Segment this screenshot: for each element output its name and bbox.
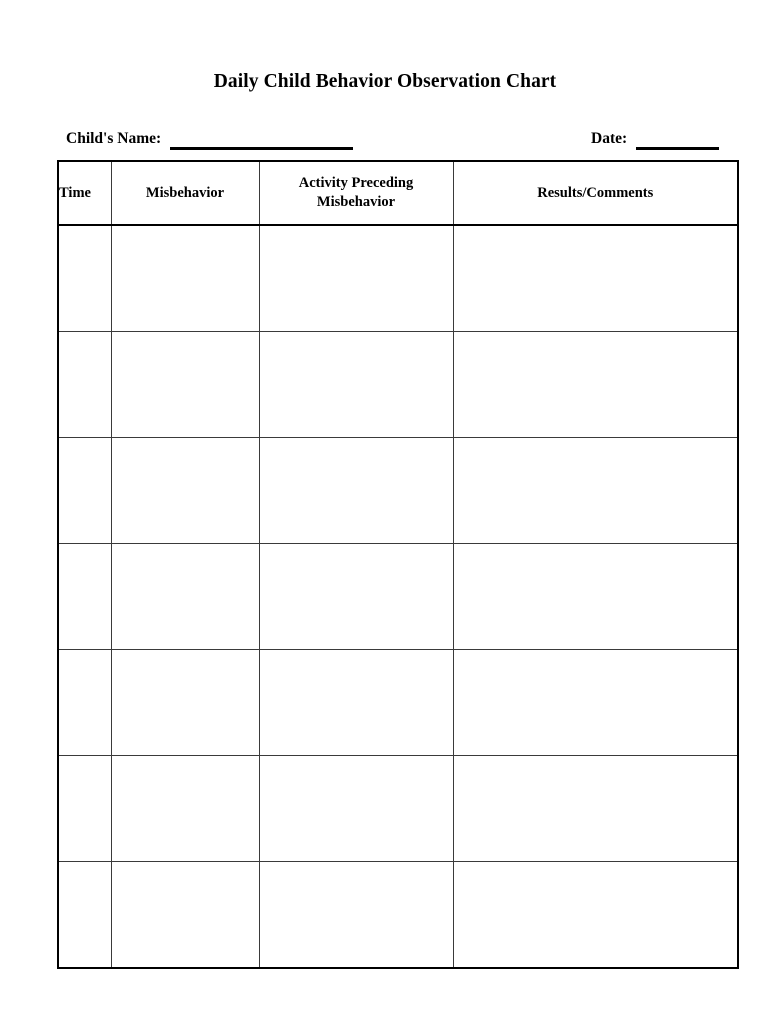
column-header-misbehavior: Misbehavior <box>110 160 260 226</box>
table-row <box>57 331 739 438</box>
page-title: Daily Child Behavior Observation Chart <box>213 71 557 92</box>
cell-results[interactable] <box>452 543 739 650</box>
cell-time[interactable] <box>57 224 112 332</box>
cell-time-text <box>59 756 111 765</box>
cell-misbehavior[interactable] <box>110 437 260 544</box>
table-row <box>57 543 739 650</box>
cell-results[interactable] <box>452 224 739 332</box>
cell-activity[interactable] <box>258 543 454 650</box>
table-header: Time Misbehavior Activity Preceding Misb… <box>57 160 739 226</box>
document-page: Daily Child Behavior Observation Chart C… <box>0 0 770 1024</box>
cell-misbehavior[interactable] <box>110 224 260 332</box>
observation-table: Time Misbehavior Activity Preceding Misb… <box>57 160 739 969</box>
cell-time-text <box>59 650 111 659</box>
cell-misbehavior-text <box>112 756 259 765</box>
cell-misbehavior[interactable] <box>110 649 260 756</box>
form-field-row: Child's Name: Date: <box>57 126 737 152</box>
cell-time-text <box>59 332 111 341</box>
cell-activity[interactable] <box>258 331 454 438</box>
cell-misbehavior-text <box>112 332 259 341</box>
cell-results-text <box>454 226 738 235</box>
table-row <box>57 649 739 756</box>
cell-results[interactable] <box>452 331 739 438</box>
column-header-time: Time <box>57 160 112 226</box>
cell-results[interactable] <box>452 649 739 756</box>
cell-misbehavior-text <box>112 226 259 235</box>
cell-time[interactable] <box>57 331 112 438</box>
cell-activity-text <box>260 332 453 341</box>
cell-results-text <box>454 544 738 553</box>
cell-activity[interactable] <box>258 649 454 756</box>
cell-activity-text <box>260 650 453 659</box>
cell-time[interactable] <box>57 437 112 544</box>
cell-misbehavior[interactable] <box>110 861 260 969</box>
cell-activity[interactable] <box>258 437 454 544</box>
cell-misbehavior[interactable] <box>110 755 260 862</box>
cell-activity-text <box>260 544 453 553</box>
cell-activity[interactable] <box>258 755 454 862</box>
cell-time-text <box>59 226 111 235</box>
cell-activity-text <box>260 226 453 235</box>
date-input-rule[interactable] <box>636 147 720 150</box>
cell-results-text <box>454 756 738 765</box>
cell-misbehavior-text <box>112 862 259 871</box>
table-row <box>57 437 739 544</box>
cell-results[interactable] <box>452 755 739 862</box>
cell-misbehavior-text <box>112 650 259 659</box>
cell-activity-text <box>260 862 453 871</box>
child-name-field[interactable]: Child's Name: <box>66 126 354 152</box>
table-row <box>57 224 739 332</box>
cell-results[interactable] <box>452 437 739 544</box>
cell-activity[interactable] <box>258 224 454 332</box>
cell-results-text <box>454 332 738 341</box>
table-body <box>57 224 739 969</box>
cell-time-text <box>59 862 111 871</box>
cell-misbehavior[interactable] <box>110 543 260 650</box>
cell-results-text <box>454 862 738 871</box>
cell-time[interactable] <box>57 861 112 969</box>
cell-time-text <box>59 438 111 447</box>
column-header-results-comments: Results/Comments <box>452 160 739 226</box>
table-row <box>57 755 739 862</box>
cell-results[interactable] <box>452 861 739 969</box>
date-field[interactable]: Date: <box>591 126 720 152</box>
cell-time-text <box>59 544 111 553</box>
date-label: Date: <box>591 130 628 147</box>
cell-activity[interactable] <box>258 861 454 969</box>
cell-time[interactable] <box>57 543 112 650</box>
cell-misbehavior-text <box>112 544 259 553</box>
cell-results-text <box>454 650 738 659</box>
column-header-activity-line1: Activity Preceding <box>298 175 414 191</box>
child-name-label: Child's Name: <box>66 130 162 147</box>
cell-time[interactable] <box>57 755 112 862</box>
cell-time[interactable] <box>57 649 112 756</box>
column-header-activity-preceding-misbehavior: Activity Preceding Misbehavior <box>258 160 454 226</box>
cell-activity-text <box>260 438 453 447</box>
cell-misbehavior[interactable] <box>110 331 260 438</box>
table-header-row: Time Misbehavior Activity Preceding Misb… <box>57 160 739 226</box>
column-header-activity-line2: Misbehavior <box>316 194 396 210</box>
cell-results-text <box>454 438 738 447</box>
table-row <box>57 861 739 969</box>
child-name-input-rule[interactable] <box>170 147 354 150</box>
cell-activity-text <box>260 756 453 765</box>
cell-misbehavior-text <box>112 438 259 447</box>
